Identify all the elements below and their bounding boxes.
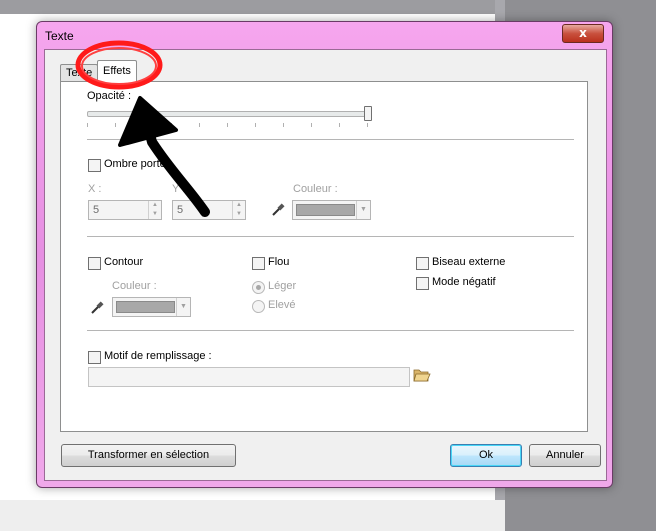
chevron-down-icon[interactable]: ▼: [176, 298, 190, 316]
blur-checkbox[interactable]: [252, 257, 265, 270]
bevel-label: Biseau externe: [432, 256, 506, 268]
spin-down-icon[interactable]: ▼: [233, 210, 245, 219]
opacity-slider-track: [87, 111, 369, 117]
divider: [87, 236, 574, 238]
contour-color-swatch: [116, 301, 175, 313]
ok-button[interactable]: Ok: [450, 444, 522, 467]
slider-tick: [115, 123, 116, 127]
divider: [87, 330, 574, 332]
negative-label: Mode négatif: [432, 276, 496, 288]
spin-down-icon[interactable]: ▼: [149, 210, 161, 219]
shadow-y-label: Y :: [172, 183, 186, 195]
contour-label: Contour: [104, 256, 144, 268]
shadow-x-label: X :: [88, 183, 102, 195]
blur-light-label: Léger: [268, 280, 297, 292]
tab-texte-label: Texte: [66, 67, 93, 79]
dialog-window: Texte x Texte Effets Opacité : Ombre por…: [36, 21, 613, 488]
transform-selection-button[interactable]: Transformer en sélection: [61, 444, 236, 467]
slider-tick: [171, 123, 172, 127]
spin-up-icon[interactable]: ▲: [149, 201, 161, 210]
slider-tick: [87, 123, 88, 127]
slider-tick: [227, 123, 228, 127]
opacity-slider-thumb[interactable]: [364, 106, 372, 121]
contour-color-label: Couleur :: [112, 280, 157, 292]
shadow-y-value: 5: [177, 204, 184, 216]
shadow-x-value: 5: [93, 204, 100, 216]
shadow-color-swatch: [296, 204, 355, 216]
shadow-x-spinbox[interactable]: 5 ▲ ▼: [88, 200, 162, 220]
slider-tick: [367, 123, 368, 127]
fill-pattern-checkbox[interactable]: [88, 351, 101, 364]
fill-pattern-label: Motif de remplissage :: [104, 350, 212, 362]
slider-tick: [143, 123, 144, 127]
dialog-client-area: Texte Effets Opacité : Ombre portée X : …: [44, 49, 607, 481]
chevron-down-icon[interactable]: ▼: [356, 201, 370, 219]
blur-label: Flou: [268, 256, 290, 268]
tab-effets[interactable]: Effets: [97, 60, 137, 83]
divider: [87, 139, 574, 141]
effets-panel: Opacité : Ombre portée X : 5 ▲ ▼ Y : 5 ▲ ▼…: [60, 81, 588, 432]
close-button[interactable]: x: [562, 24, 604, 43]
slider-tick: [283, 123, 284, 127]
dialog-title: Texte: [45, 29, 74, 43]
slider-tick: [255, 123, 256, 127]
blur-light-radio[interactable]: [252, 281, 265, 294]
slider-tick: [311, 123, 312, 127]
tab-texte[interactable]: Texte: [60, 64, 99, 82]
blur-high-radio[interactable]: [252, 300, 265, 313]
ok-label: Ok: [478, 449, 494, 461]
blur-high-label: Elevé: [268, 299, 296, 311]
bevel-checkbox[interactable]: [416, 257, 429, 270]
shadow-y-spinbox[interactable]: 5 ▲ ▼: [172, 200, 246, 220]
close-icon: x: [579, 26, 587, 40]
contour-color-combo[interactable]: ▼: [112, 297, 191, 317]
shadow-color-label: Couleur :: [293, 183, 338, 195]
shadow-color-combo[interactable]: ▼: [292, 200, 371, 220]
cancel-label: Annuler: [546, 449, 584, 461]
dialog-titlebar[interactable]: Texte x: [37, 22, 612, 48]
fill-pattern-field[interactable]: [88, 367, 410, 387]
opacity-label: Opacité :: [87, 90, 132, 102]
cancel-button[interactable]: Annuler: [529, 444, 601, 467]
opacity-slider[interactable]: [87, 104, 373, 130]
background-status-strip: [0, 500, 505, 531]
transform-selection-label: Transformer en sélection: [87, 449, 210, 461]
negative-checkbox[interactable]: [416, 277, 429, 290]
spin-up-icon[interactable]: ▲: [233, 201, 245, 210]
tab-effets-label: Effets: [103, 65, 131, 77]
background-toolbar-strip: [0, 0, 505, 14]
pipette-icon[interactable]: [90, 301, 104, 315]
slider-tick: [339, 123, 340, 127]
pipette-icon[interactable]: [271, 203, 285, 217]
slider-tick: [199, 123, 200, 127]
shadow-checkbox[interactable]: [88, 159, 101, 172]
folder-open-icon[interactable]: [413, 368, 431, 382]
shadow-label: Ombre portée: [104, 158, 172, 170]
contour-checkbox[interactable]: [88, 257, 101, 270]
